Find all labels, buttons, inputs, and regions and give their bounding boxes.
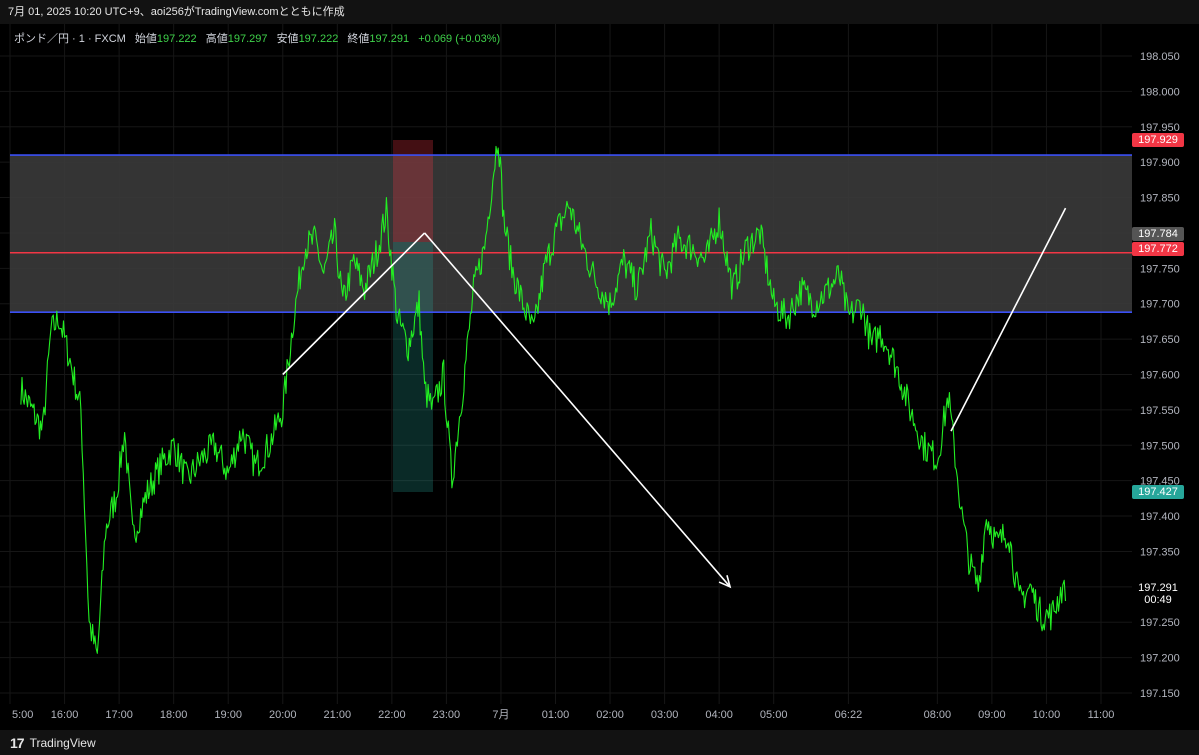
x-tick-label-2: 17:00: [105, 709, 133, 721]
x-tick-label-9: 7月: [492, 709, 509, 721]
x-tick-label-16: 08:00: [924, 709, 952, 721]
x-tick-label-6: 21:00: [324, 709, 352, 721]
x-tick-label-14: 05:00: [760, 709, 788, 721]
position-target-zone: [393, 242, 433, 492]
y-tick-label-2: 197.950: [1140, 122, 1180, 134]
x-tick-label-13: 04:00: [705, 709, 733, 721]
y-tick-label-14: 197.350: [1140, 546, 1180, 558]
range-box: [10, 155, 1132, 313]
x-tick-label-19: 11:00: [1088, 709, 1115, 721]
y-tick-label-7: 197.700: [1140, 299, 1180, 311]
tradingview-logo-icon[interactable]: 17: [10, 735, 25, 751]
legend-open: 197.222: [156, 33, 197, 45]
countdown: 00:49: [1144, 594, 1172, 606]
last-price-value: 197.291: [1138, 582, 1178, 594]
x-tick-label-18: 10:00: [1033, 709, 1061, 721]
y-tick-label-3: 197.900: [1140, 157, 1180, 169]
legend-change: +0.069 (+0.03%): [418, 33, 501, 45]
legend-low: 197.222: [298, 33, 339, 45]
price-tag-upper: 197.929: [1132, 133, 1184, 147]
x-tick-label-15: 06:22: [835, 709, 863, 721]
x-tick-label-7: 22:00: [378, 709, 406, 721]
legend-open-label: 始値: [134, 33, 157, 45]
y-tick-label-6: 197.750: [1140, 263, 1180, 275]
range-box-fill: [10, 155, 1132, 313]
price-chart[interactable]: 198.050198.000197.950197.900197.850197.8…: [0, 24, 1199, 730]
y-tick-label-16: 197.250: [1140, 617, 1180, 629]
grid: [0, 24, 1132, 704]
x-tick-label-1: 16:00: [51, 709, 79, 721]
y-tick-label-13: 197.400: [1140, 511, 1180, 523]
y-tick-label-18: 197.150: [1140, 688, 1180, 700]
y-tick-label-0: 198.050: [1140, 51, 1180, 63]
y-tick-label-9: 197.600: [1140, 370, 1180, 382]
legend-low-label: 安値: [276, 33, 299, 45]
legend-close-label: 終値: [347, 33, 370, 45]
y-axis: 198.050198.000197.950197.900197.850197.8…: [1132, 24, 1199, 730]
x-tick-label-17: 09:00: [978, 709, 1006, 721]
x-tick-label-10: 01:00: [542, 709, 570, 721]
chart-legend: ポンド／円 · 1 · FXCM 始値197.222 高値197.297 安値1…: [14, 30, 500, 46]
y-tick-label-4: 197.850: [1140, 193, 1180, 205]
legend-close: 197.291: [369, 33, 410, 45]
chart-area[interactable]: 198.050198.000197.950197.900197.850197.8…: [0, 24, 1199, 730]
legend-high: 197.297: [227, 33, 268, 45]
position-tool: [393, 140, 433, 492]
tradingview-brand[interactable]: TradingView: [30, 736, 96, 750]
x-tick-label-5: 20:00: [269, 709, 297, 721]
price-tag-teal: 197.427: [1132, 485, 1184, 499]
footer-bar: 17 TradingView: [0, 730, 1199, 755]
legend-high-label: 高値: [205, 33, 228, 45]
price-tag-red: 197.772: [1132, 242, 1184, 256]
y-tick-label-11: 197.500: [1140, 440, 1180, 452]
legend-symbol: ポンド／円 · 1 · FXCM: [14, 33, 126, 45]
header-text: 7月 01, 2025 10:20 UTC+9、aoi256がTradingVi…: [8, 6, 345, 18]
x-tick-label-11: 02:00: [596, 709, 624, 721]
price-tag-last: 197.291 00:49: [1132, 582, 1184, 606]
y-tick-label-8: 197.650: [1140, 334, 1180, 346]
y-tick-label-10: 197.550: [1140, 405, 1180, 417]
x-tick-label-4: 19:00: [214, 709, 242, 721]
header-bar: 7月 01, 2025 10:20 UTC+9、aoi256がTradingVi…: [0, 0, 1199, 24]
price-tag-gray: 197.784: [1132, 227, 1184, 241]
x-tick-label-8: 23:00: [433, 709, 461, 721]
y-tick-label-1: 198.000: [1140, 86, 1180, 98]
y-tick-label-17: 197.200: [1140, 653, 1180, 665]
x-tick-label-3: 18:00: [160, 709, 188, 721]
x-tick-label-12: 03:00: [651, 709, 679, 721]
x-tick-label-0: 5:00: [12, 709, 33, 721]
x-axis: 5:00 16:00 17:00 18:00 19:00 20:00 21:00 22:00 2…: [0, 704, 1199, 730]
